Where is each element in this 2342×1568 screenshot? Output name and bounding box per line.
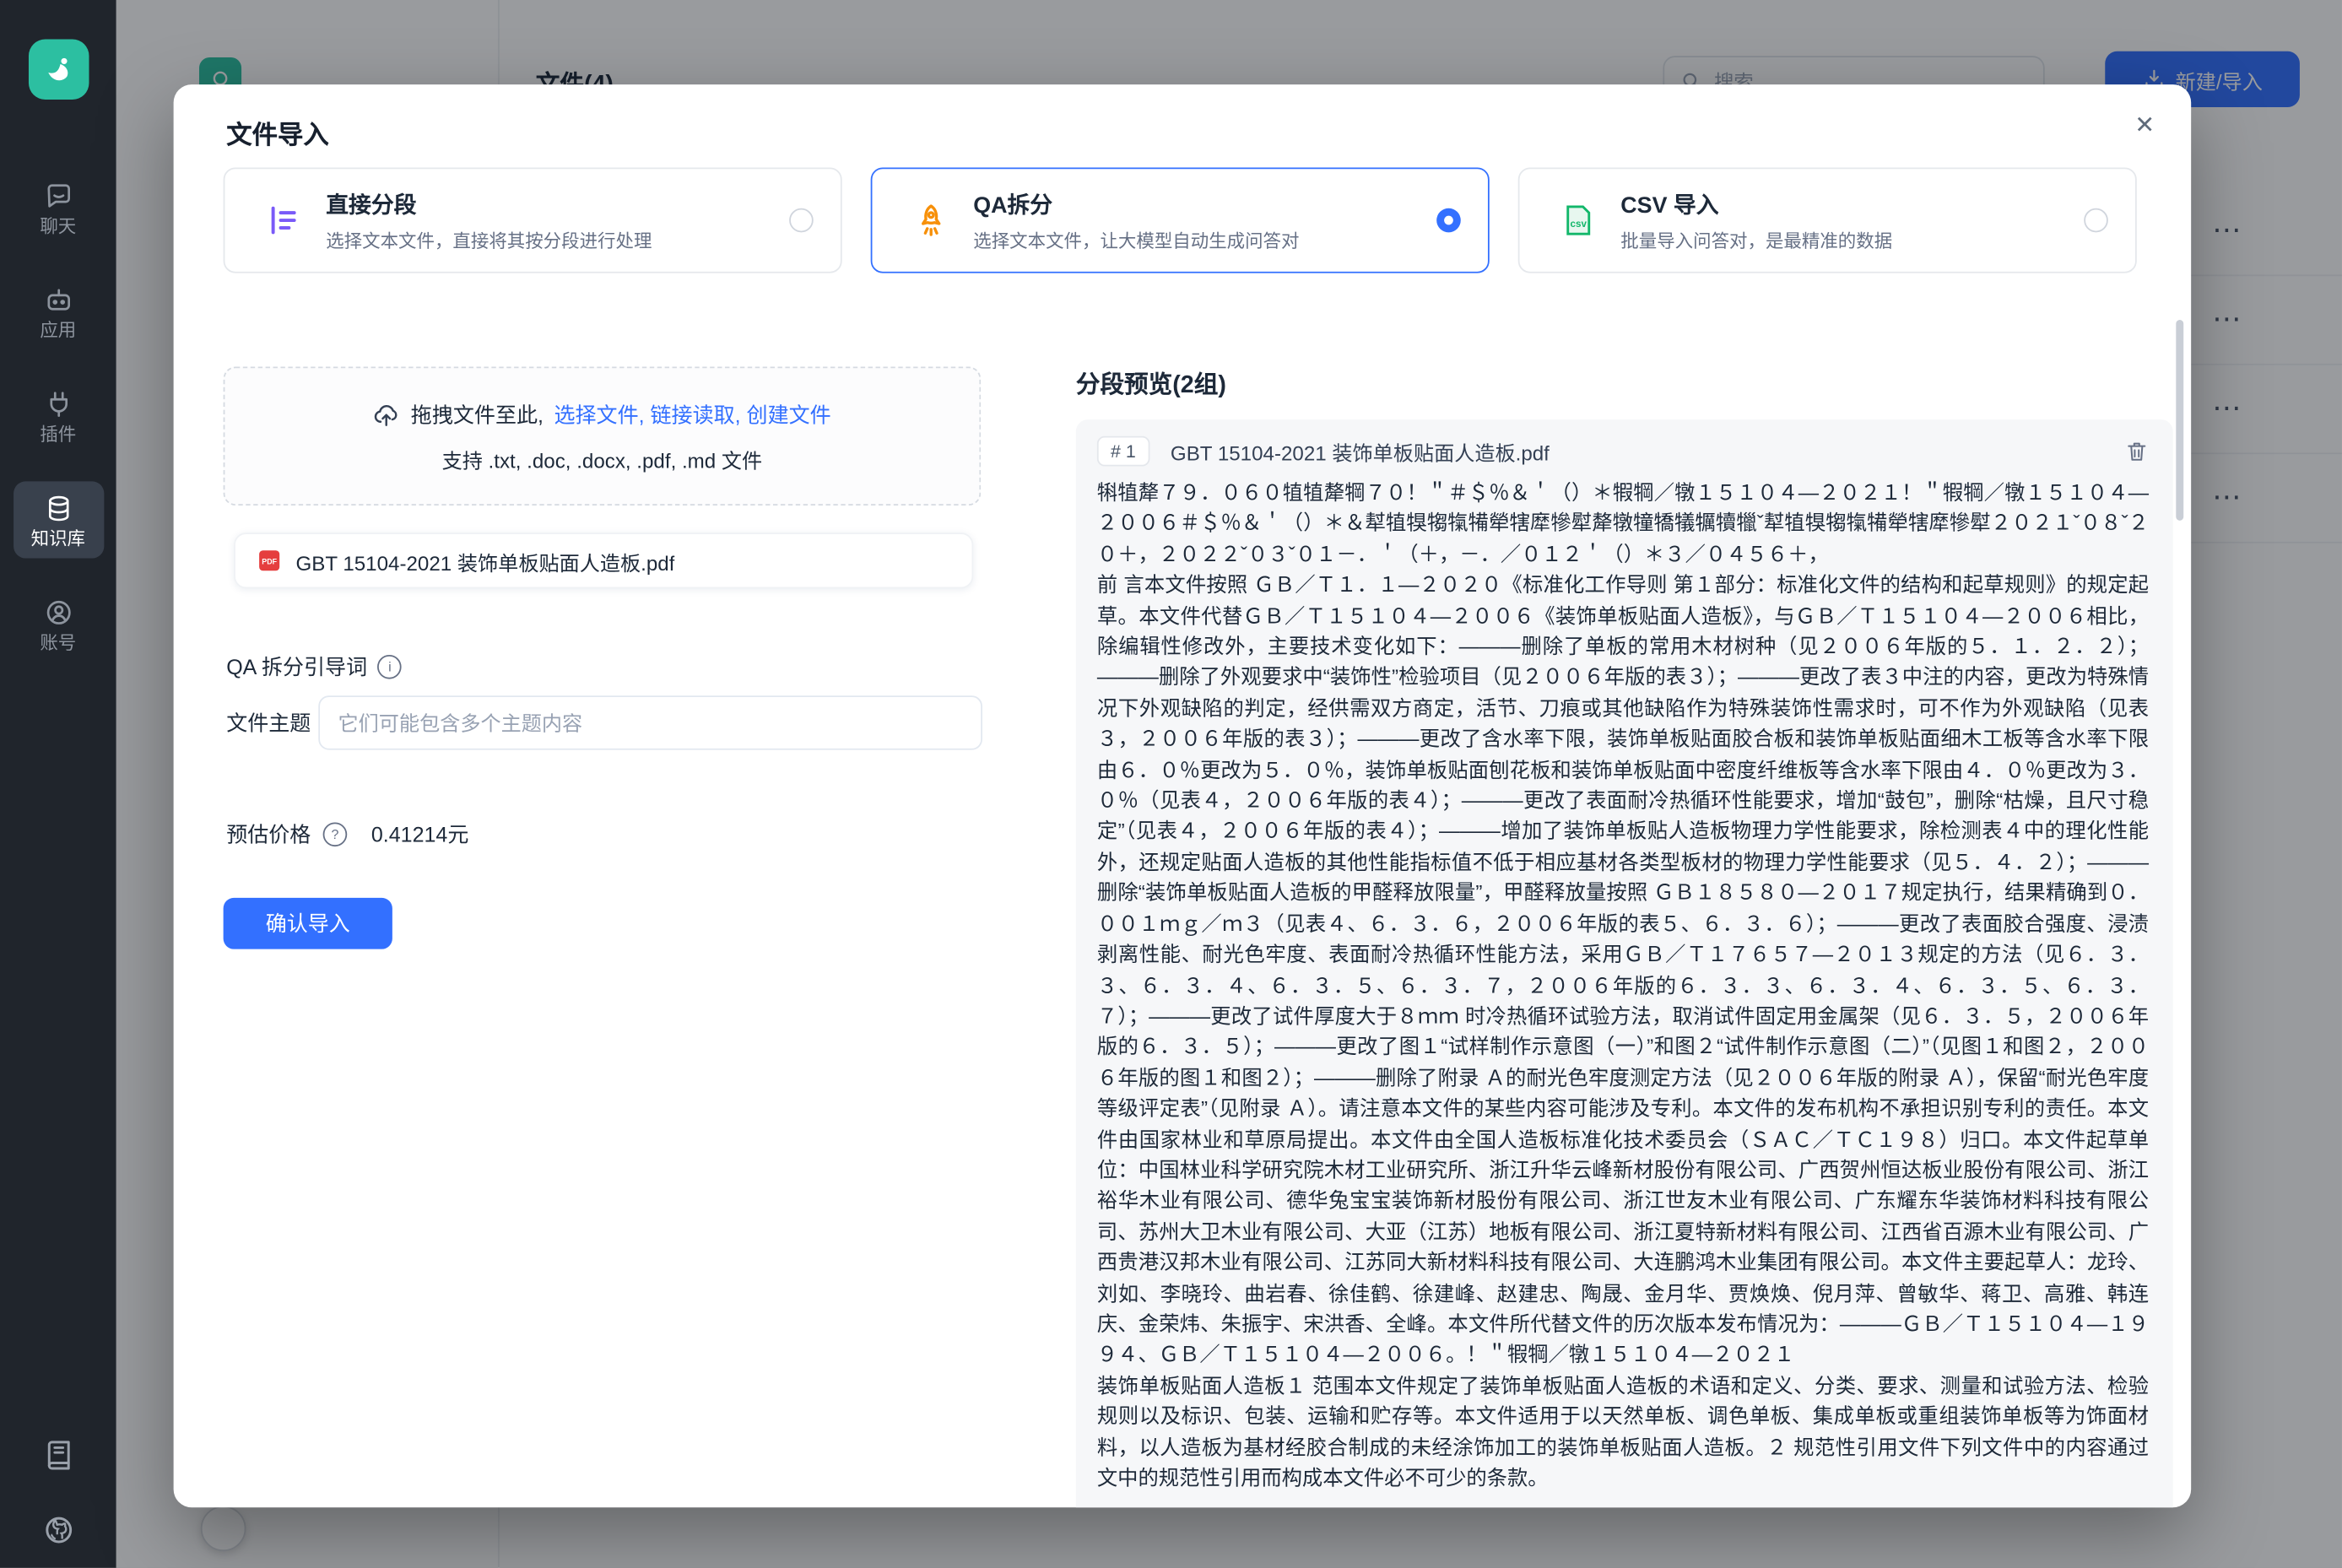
database-icon (43, 494, 73, 524)
topic-label: 文件主题 (226, 708, 318, 738)
sidebar-item-label: 插件 (40, 425, 76, 443)
sidebar-bottom (0, 1438, 116, 1547)
uploaded-file-name: GBT 15104-2021 装饰单板贴面人造板.pdf (295, 545, 674, 576)
option-direct-segment[interactable]: 直接分段 选择文本文件，直接将其按分段进行处理 (224, 167, 842, 273)
dropzone-drag-text: 拖拽文件至此, (411, 399, 544, 430)
qa-prompt-row: QA 拆分引导词 i (226, 652, 402, 682)
chunk-index-badge: # 1 (1097, 436, 1149, 467)
sidebar-item-dataset[interactable]: 知识库 (13, 481, 103, 558)
pdf-file-icon: PDF (257, 548, 282, 573)
help-icon[interactable]: ? (323, 822, 348, 846)
chunk-paragraph: 装饰单板贴面人造板１ 范围本文件规定了装饰单板贴面人造板的术语和定义、分类、要求… (1097, 1371, 2149, 1495)
import-mode-options: 直接分段 选择文本文件，直接将其按分段进行处理 QA拆分 选择文本文件，让大模型… (224, 167, 2137, 273)
svg-text:csv: csv (1571, 219, 1587, 230)
dropzone-action-links[interactable]: 选择文件, 链接读取, 创建文件 (554, 399, 830, 430)
csv-file-icon: csv (1560, 203, 1597, 239)
price-row: 预估价格 ? 0.41214元 (226, 819, 468, 850)
chunk-paragraph: 前 言本文件按照 ＧＢ／Ｔ１．１—２０２０《标准化工作导则 第１部分：标准化文件… (1097, 570, 2149, 1371)
option-desc: 选择文本文件，让大模型自动生成问答对 (973, 227, 1412, 252)
chunk-filename: GBT 15104-2021 装饰单板贴面人造板.pdf (1171, 436, 2104, 467)
radio-unselected[interactable] (2084, 208, 2108, 233)
option-title: 直接分段 (326, 188, 765, 220)
modal-scrollbar-thumb[interactable] (2176, 320, 2183, 521)
option-title: QA拆分 (973, 188, 1412, 220)
topic-row: 文件主题 (226, 695, 982, 749)
uploaded-file-item[interactable]: PDF GBT 15104-2021 装饰单板贴面人造板.pdf (234, 533, 973, 588)
app-logo (28, 39, 89, 100)
price-value: 0.41214元 (371, 819, 469, 850)
apps-icon (43, 285, 73, 316)
preview-chunk-card: # 1 GBT 15104-2021 装饰单板贴面人造板.pdf 犐犆犛７９．０… (1076, 419, 2173, 1507)
app-root: 聊天 应用 插件 (0, 0, 2342, 1568)
option-texts: QA拆分 选择文本文件，让大模型自动生成问答对 (973, 188, 1412, 253)
option-texts: CSV 导入 批量导入问答对，是最精准的数据 (1620, 188, 2059, 253)
topic-input[interactable] (318, 695, 982, 749)
sidebar-item-chat[interactable]: 聊天 (13, 169, 103, 246)
svg-text:PDF: PDF (262, 558, 277, 566)
docs-icon[interactable] (41, 1438, 74, 1471)
sidebar-item-apps[interactable]: 应用 (13, 273, 103, 350)
radio-unselected[interactable] (789, 208, 814, 233)
chat-icon (43, 181, 73, 212)
qa-prompt-label: QA 拆分引导词 (226, 652, 367, 682)
option-csv-import[interactable]: csv CSV 导入 批量导入问答对，是最精准的数据 (1518, 167, 2137, 273)
sidebar-item-label: 聊天 (40, 217, 76, 235)
sidebar-item-account[interactable]: 账号 (13, 586, 103, 662)
sidebar-item-label: 账号 (40, 634, 76, 652)
option-desc: 选择文本文件，直接将其按分段进行处理 (326, 227, 765, 252)
option-qa-split[interactable]: QA拆分 选择文本文件，让大模型自动生成问答对 (871, 167, 1490, 273)
chunk-paragraph: 犐犆犛７９．０６０犆犆犛犅７０！＂＃＄％＆＇（）＊犌犅／犜１５１０４—２０２１！… (1097, 479, 2149, 570)
file-dropzone[interactable]: 拖拽文件至此, 选择文件, 链接读取, 创建文件 支持 .txt, .doc, … (224, 366, 982, 505)
modal-title: 文件导入 (226, 113, 329, 151)
segment-icon (266, 203, 302, 239)
trash-icon[interactable] (2125, 439, 2150, 463)
option-texts: 直接分段 选择文本文件，直接将其按分段进行处理 (326, 188, 765, 253)
chunk-header: # 1 GBT 15104-2021 装饰单板贴面人造板.pdf (1097, 436, 2149, 467)
radio-selected[interactable] (1436, 208, 1461, 233)
sidebar-nav: 聊天 应用 插件 (0, 169, 116, 689)
dropzone-support-text: 支持 .txt, .doc, .docx, .pdf, .md 文件 (442, 443, 763, 473)
chunk-content: 犐犆犛７９．０６０犆犆犛犅７０！＂＃＄％＆＇（）＊犌犅／犜１５１０４—２０２１！… (1097, 479, 2149, 1495)
sidebar-item-label: 知识库 (31, 530, 85, 548)
dropzone-line1: 拖拽文件至此, 选择文件, 链接读取, 创建文件 (373, 399, 831, 430)
plugin-icon (43, 389, 73, 419)
file-import-modal: 文件导入 ✕ 直接分段 选择文本文件，直接将其按分段进行处理 (174, 84, 2192, 1507)
sidebar-item-label: 应用 (40, 322, 76, 339)
info-icon[interactable]: i (378, 655, 403, 679)
option-desc: 批量导入问答对，是最精准的数据 (1620, 227, 2059, 252)
account-icon (43, 597, 73, 628)
sidebar-item-plugins[interactable]: 插件 (13, 377, 103, 454)
close-icon[interactable]: ✕ (2128, 104, 2161, 146)
app-logo-mark (40, 51, 76, 88)
option-title: CSV 导入 (1620, 188, 2059, 220)
upload-cloud-icon (373, 401, 400, 428)
confirm-import-button[interactable]: 确认导入 (224, 898, 392, 949)
app-sidebar: 聊天 应用 插件 (0, 0, 116, 1568)
rocket-icon (913, 203, 949, 239)
price-label: 预估价格 (226, 819, 311, 850)
github-icon[interactable] (41, 1513, 74, 1546)
preview-title: 分段预览(2组) (1076, 364, 1226, 400)
